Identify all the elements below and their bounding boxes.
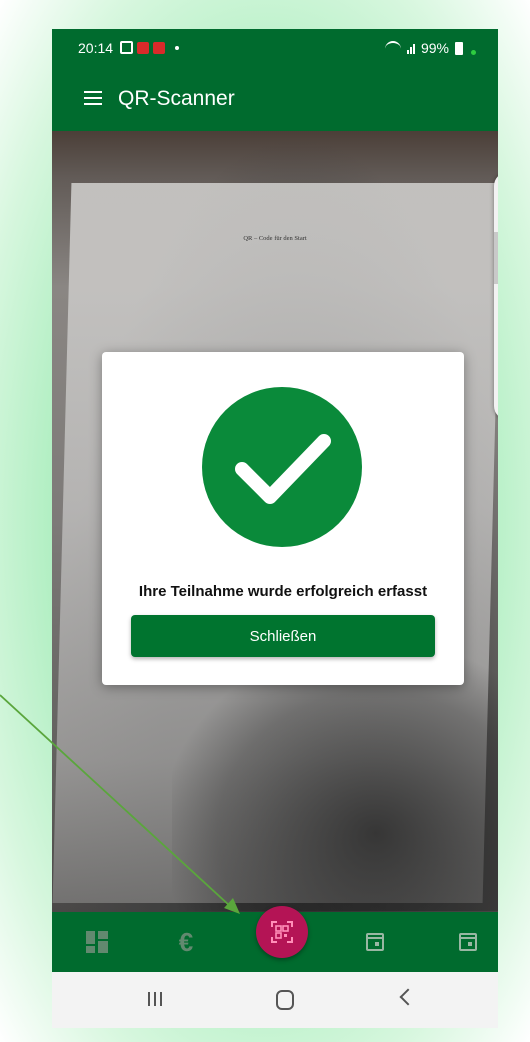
dashboard-icon: [86, 931, 108, 953]
home-icon[interactable]: [276, 990, 294, 1010]
qr-scan-button[interactable]: [256, 906, 308, 958]
notification-icons: [120, 41, 179, 54]
nav-calendar-1[interactable]: [345, 912, 405, 972]
calendar-icon: [366, 933, 384, 951]
image-notification-icon: [120, 41, 133, 54]
system-navigation-bar: [52, 972, 498, 1028]
battery-icon: [455, 41, 463, 55]
app-notification-icon: [153, 41, 165, 54]
document-text: QR – Code für den Start: [243, 235, 307, 242]
check-circle-icon: [202, 387, 362, 547]
qr-scan-icon: [271, 921, 293, 943]
success-dialog: Ihre Teilnahme wurde erfolgreich erfasst…: [102, 352, 464, 685]
close-button[interactable]: Schließen: [131, 615, 435, 657]
back-icon[interactable]: [399, 988, 417, 1006]
signal-icon: [406, 42, 415, 54]
status-right: 99%: [384, 40, 476, 56]
bottom-navigation: €: [52, 906, 498, 972]
more-notifications-dot-icon: [175, 45, 179, 50]
status-bar: 20:14 99%: [52, 29, 498, 67]
app-title: QR-Scanner: [118, 87, 235, 110]
app-bar: QR-Scanner: [52, 67, 498, 131]
nav-calendar-2[interactable]: [438, 912, 498, 972]
app-notification-icon: [137, 41, 149, 54]
wifi-icon: [384, 41, 401, 55]
euro-icon: €: [178, 926, 194, 957]
battery-percent: 99%: [420, 40, 449, 56]
recent-apps-icon[interactable]: [148, 992, 162, 1006]
status-time: 20:14: [78, 40, 114, 56]
edge-panel-handle[interactable]: ••: [494, 172, 498, 420]
charging-indicator-icon: [471, 49, 476, 55]
phone-screen: 20:14 99% QR-Scanner QR – Code für den S…: [52, 29, 498, 1028]
calendar-icon: [459, 933, 477, 951]
nav-payments[interactable]: €: [156, 912, 216, 972]
nav-dashboard[interactable]: [67, 912, 127, 972]
volume-slider: [494, 232, 498, 284]
dialog-message: Ihre Teilnahme wurde erfolgreich erfasst: [138, 583, 428, 600]
hamburger-menu-icon[interactable]: [84, 91, 102, 105]
camera-shadow: [172, 651, 498, 911]
